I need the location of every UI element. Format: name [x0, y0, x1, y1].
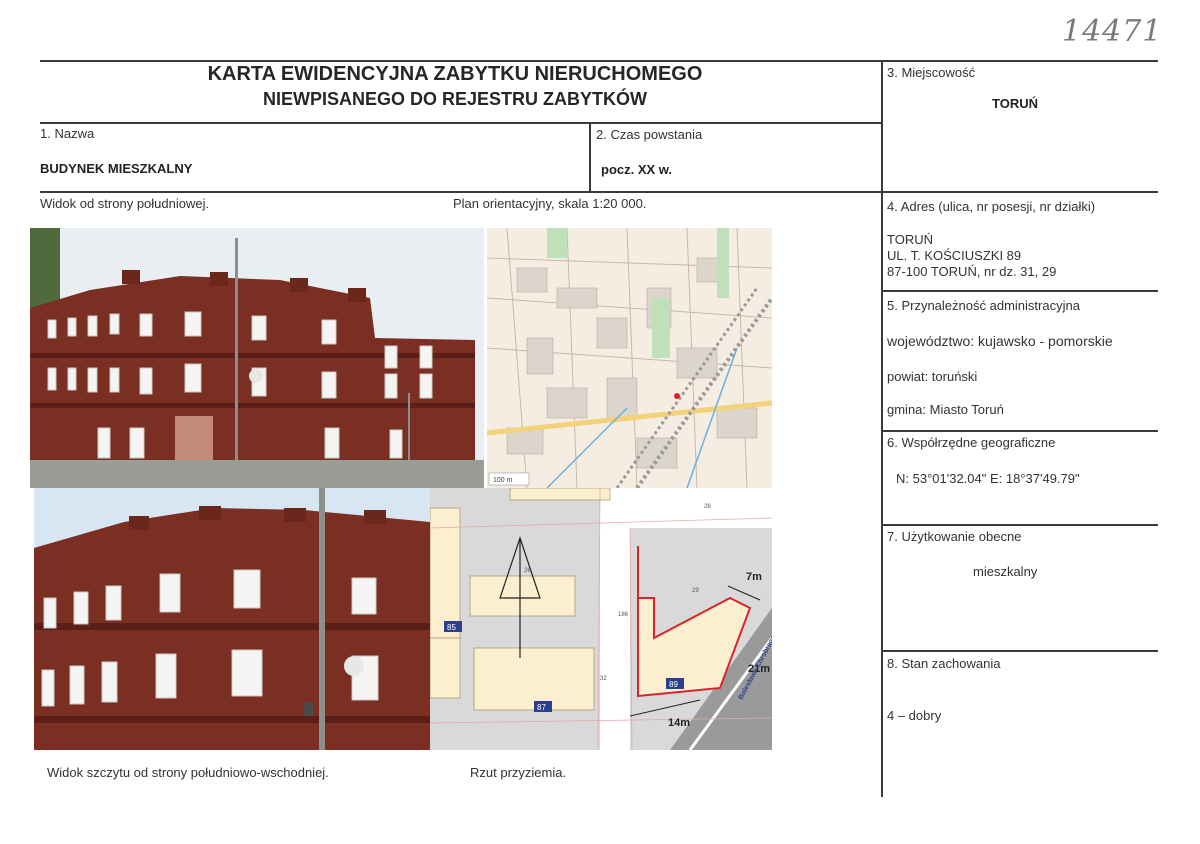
- photo-south-view: [30, 228, 484, 488]
- plot-badge-89: 89: [669, 680, 678, 689]
- condition-value: 4 – dobry: [887, 708, 942, 723]
- ground-plan-illustration: 85 87 89 28 29 26 186 32 7m 21m 14m Bole…: [430, 488, 772, 750]
- caption-south-view: Widok od strony południowej.: [40, 196, 210, 211]
- photo-southeast-view: [34, 488, 430, 750]
- frame-top-line: [40, 60, 1158, 62]
- title-bottom-line: [40, 122, 882, 124]
- coords-bottom-line: [882, 524, 1158, 526]
- admin-label: 5. Przynależność administracyjna: [887, 298, 1080, 313]
- date-value: pocz. XX w.: [601, 162, 673, 177]
- usage-label: 7. Użytkowanie obecne: [887, 529, 1022, 544]
- admin-commune: gmina: Miasto Toruń: [887, 402, 1004, 417]
- condition-label: 8. Stan zachowania: [887, 656, 1001, 671]
- admin-bottom-line: [882, 430, 1158, 432]
- coords-value: N: 53°01'32.04" E: 18°37'49.79": [896, 471, 1080, 486]
- main-right-divider: [881, 60, 883, 797]
- date-label: 2. Czas powstania: [596, 127, 703, 142]
- caption-southeast-view: Widok szczytu od strony południowo-wscho…: [47, 765, 329, 780]
- card-subtitle: NIEWPISANEGO DO REJESTRU ZABYTKÓW: [262, 89, 648, 109]
- name-date-divider: [589, 122, 591, 191]
- orientation-map-illustration: 100 m: [487, 228, 772, 488]
- caption-orientation-plan: Plan orientacyjny, skala 1:20 000.: [453, 196, 647, 211]
- address-line-2: UL. T. KOŚCIUSZKI 89: [887, 248, 1022, 263]
- parcel-label-29: 29: [692, 588, 699, 594]
- address-label: 4. Adres (ulica, nr posesji, nr działki): [887, 199, 1096, 214]
- plot-badge-87: 87: [537, 703, 546, 712]
- name-value: BUDYNEK MIESZKALNY: [40, 161, 193, 176]
- handwritten-inventory-number: 14471: [1062, 14, 1163, 49]
- card-title: KARTA EWIDENCYJNA ZABYTKU NIERUCHOMEGO: [207, 63, 703, 85]
- dimension-14m: 14m: [668, 717, 690, 729]
- addr-bottom-line: [882, 290, 1158, 292]
- address-line-1: TORUŃ: [887, 232, 933, 247]
- usage-bottom-line: [882, 650, 1158, 652]
- usage-value: mieszkalny: [973, 564, 1038, 579]
- admin-county: powiat: toruński: [887, 369, 978, 384]
- building-south-illustration: [30, 228, 484, 488]
- locality-value: TORUŃ: [992, 96, 1038, 111]
- ground-plan: 85 87 89 28 29 26 186 32 7m 21m 14m Bole…: [430, 488, 772, 750]
- map-scale-bar: 100 m: [493, 477, 513, 484]
- parcel-label-26: 26: [524, 568, 531, 574]
- coords-label: 6. Współrzędne geograficzne: [887, 435, 1056, 450]
- parcel-label-186: 186: [618, 612, 629, 618]
- admin-voivodeship: województwo: kujawsko - pomorskie: [887, 333, 1113, 349]
- plot-badge-85: 85: [447, 623, 456, 632]
- fields-bottom-line: [40, 191, 1158, 193]
- address-line-3: 87-100 TORUŃ, nr dz. 31, 29: [887, 264, 1057, 279]
- dimension-7m: 7m: [746, 571, 762, 583]
- orientation-map: 100 m: [487, 228, 772, 488]
- parcel-label-28: 28: [704, 504, 711, 510]
- parcel-label-32: 32: [600, 676, 607, 682]
- name-label: 1. Nazwa: [40, 126, 95, 141]
- building-southeast-illustration: [34, 488, 430, 750]
- caption-ground-plan: Rzut przyziemia.: [470, 765, 567, 780]
- locality-label: 3. Miejscowość: [887, 65, 976, 80]
